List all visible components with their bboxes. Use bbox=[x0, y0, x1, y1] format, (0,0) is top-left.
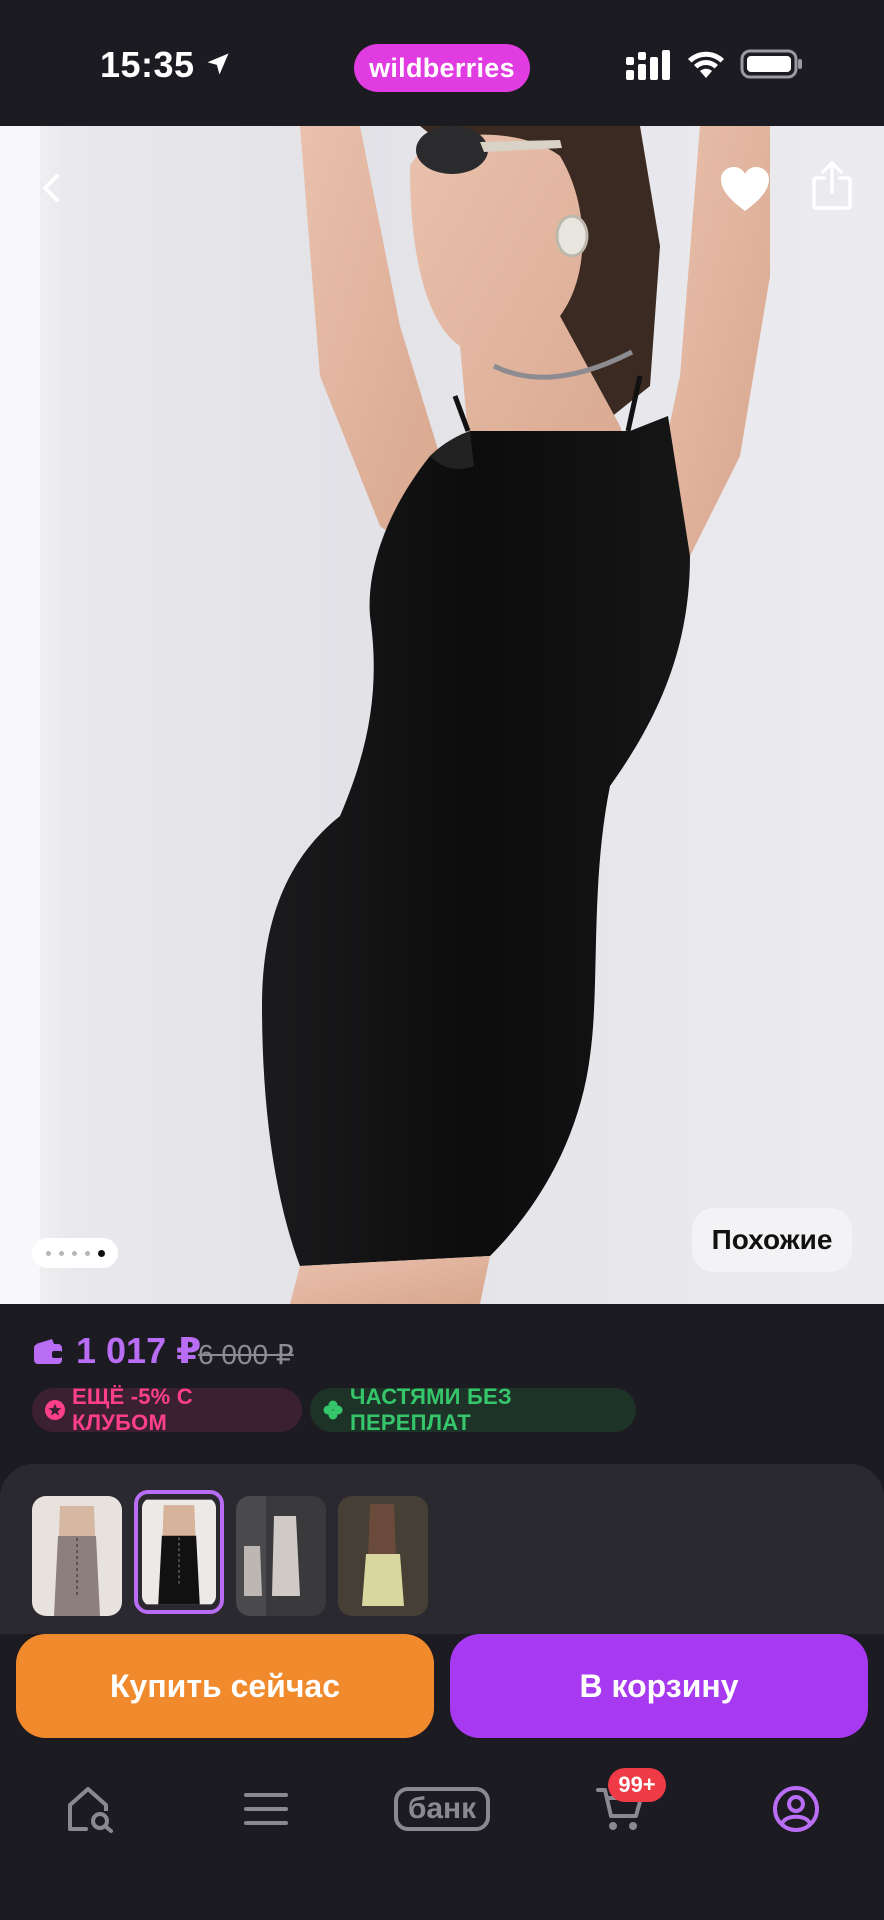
bottom-tab-bar: банк 99+ bbox=[0, 1744, 884, 1920]
installments-badge[interactable]: ЧАСТЯМИ БЕЗ ПЕРЕПЛАТ bbox=[310, 1384, 636, 1435]
tab-profile[interactable] bbox=[766, 1778, 826, 1840]
heart-icon bbox=[721, 167, 769, 211]
status-bar: 15:35 wildberries bbox=[0, 0, 884, 126]
price-section: 1 017 ₽ 6 000 ₽ ЕЩЁ -5% С КЛУБОМ ЧАСТЯМИ… bbox=[0, 1304, 884, 1454]
product-photo bbox=[0, 126, 884, 1304]
page-dot bbox=[45, 1250, 51, 1256]
back-button[interactable] bbox=[22, 158, 82, 218]
old-price: 6 000 ₽ bbox=[198, 1339, 294, 1370]
home-search-icon bbox=[68, 1787, 113, 1833]
page-dot-active bbox=[97, 1249, 105, 1257]
page-dot bbox=[71, 1250, 77, 1256]
variant-thumbnail[interactable] bbox=[236, 1496, 326, 1616]
image-pagination-dots bbox=[32, 1238, 118, 1268]
variant-thumbnail[interactable] bbox=[32, 1496, 122, 1616]
share-button[interactable] bbox=[800, 154, 864, 218]
back-icon bbox=[43, 174, 59, 202]
club-badge-label: ЕЩЁ -5% С КЛУБОМ bbox=[72, 1384, 193, 1435]
favorite-button[interactable] bbox=[712, 156, 778, 222]
wallet-icon bbox=[34, 1339, 62, 1364]
profile-icon bbox=[773, 1786, 819, 1832]
similar-products-button[interactable]: Похожие bbox=[692, 1208, 852, 1272]
purchase-actions: Купить сейчас В корзину bbox=[0, 1634, 884, 1744]
location-arrow-icon bbox=[207, 53, 229, 75]
share-icon bbox=[812, 161, 852, 210]
variant-thumbnail[interactable] bbox=[338, 1496, 428, 1616]
thumbnail-image bbox=[142, 1499, 216, 1605]
tab-bank[interactable]: банк bbox=[388, 1778, 496, 1840]
tab-home[interactable] bbox=[60, 1778, 120, 1840]
page-dot bbox=[58, 1250, 64, 1256]
clover-icon bbox=[323, 1400, 343, 1420]
product-image-gallery[interactable]: Похожие bbox=[0, 126, 884, 1304]
tab-catalog[interactable] bbox=[236, 1778, 296, 1840]
wifi-icon bbox=[688, 51, 724, 78]
add-to-cart-button[interactable]: В корзину bbox=[450, 1634, 868, 1738]
status-time: 15:35 bbox=[100, 44, 195, 85]
star-icon bbox=[45, 1400, 65, 1420]
club-discount-badge[interactable]: ЕЩЁ -5% С КЛУБОМ bbox=[32, 1384, 302, 1435]
buy-now-button[interactable]: Купить сейчас bbox=[16, 1634, 434, 1738]
current-price: 1 017 ₽ bbox=[76, 1330, 202, 1371]
brand-logo: wildberries bbox=[354, 44, 530, 92]
thumbnail-image bbox=[32, 1496, 122, 1616]
battery-icon bbox=[740, 49, 802, 79]
variant-thumbnail-selected[interactable] bbox=[134, 1490, 224, 1614]
page-dot bbox=[84, 1250, 90, 1256]
cellular-signal-icon bbox=[626, 50, 670, 80]
thumbnail-image bbox=[338, 1496, 428, 1616]
thumbnail-image bbox=[236, 1496, 326, 1616]
catalog-icon bbox=[244, 1793, 288, 1825]
cart-count-badge: 99+ bbox=[608, 1768, 666, 1802]
variant-thumbnails bbox=[0, 1464, 884, 1644]
bank-icon: банк bbox=[393, 1787, 491, 1831]
installments-badge-label: ЧАСТЯМИ БЕЗ ПЕРЕПЛАТ bbox=[350, 1384, 512, 1435]
